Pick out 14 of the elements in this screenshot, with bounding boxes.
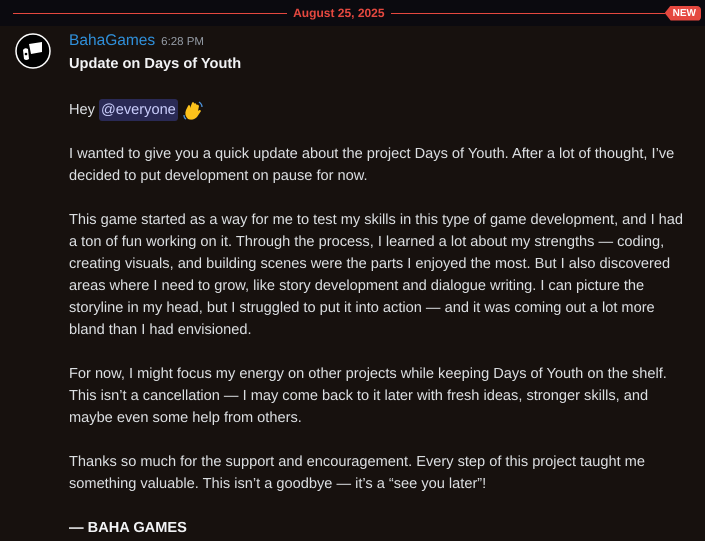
mention-tag[interactable]: @everyone bbox=[98, 99, 178, 121]
greeting-text: Hey bbox=[69, 101, 95, 120]
message-paragraph: I wanted to give you a quick update about the project Days of Youth. After a lot of thought, I’ve decided to put development on pause for now. bbox=[69, 145, 676, 186]
author-name[interactable]: BahaGames bbox=[69, 30, 156, 52]
message-paragraph: Thanks so much for the support and encouragement. Every step of this project taught me something valuable. This isn’t a goodbye — it’s a “see you later”! bbox=[69, 453, 646, 494]
signature-text: — BAHA GAMES bbox=[69, 519, 188, 538]
waving-hand-icon bbox=[182, 99, 204, 121]
new-badge: NEW bbox=[664, 6, 701, 20]
message-paragraph: For now, I might focus my energy on other projects while keeping Days of Youth on the shelf. This isn’t a cancellation — I may come back to it later with fresh ideas, stronger skills, and maybe even some help from others. bbox=[69, 365, 668, 428]
message-time: 6:28 PM bbox=[161, 35, 204, 50]
message-paragraph: This game started as a way for me to test my skills in this type of game development, and I had a ton of fun working on it. Through the process, I learned a lot about my strengths — coding, creating visuals, and building scenes were the parts I enjoyed the most. But I also discovered areas where I need to grow, like story development and dialogue writing. I can picture the storyline in my head, but I struggled to put it into action — and it was coming out a lot more bland than I had envisioned. bbox=[69, 211, 684, 340]
date-divider-label: August 25, 2025 bbox=[292, 5, 386, 22]
avatar-icon[interactable] bbox=[15, 33, 51, 69]
message-title: Update on Days of Youth bbox=[69, 55, 242, 74]
